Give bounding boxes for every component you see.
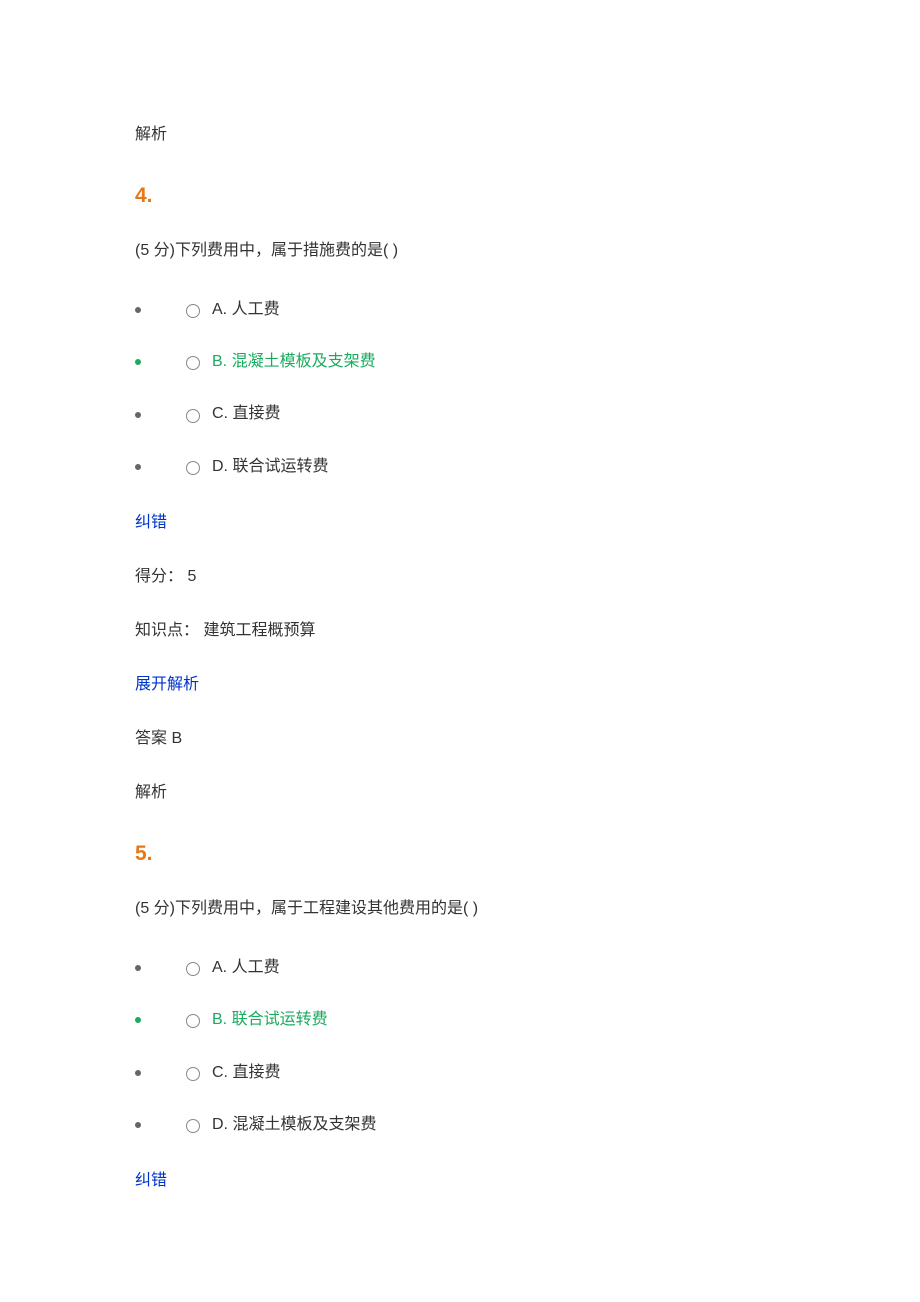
analysis-label: 解析 bbox=[135, 120, 785, 144]
bullet-icon bbox=[135, 1017, 141, 1023]
bullet-icon bbox=[135, 359, 141, 365]
score-value: 5 bbox=[187, 568, 196, 585]
knowledge-label: 知识点： bbox=[135, 622, 199, 639]
radio-icon[interactable] bbox=[186, 459, 200, 475]
radio-icon[interactable] bbox=[186, 960, 200, 976]
option-item[interactable]: D. 联合试运转费 bbox=[135, 456, 785, 478]
radio-icon[interactable] bbox=[186, 1012, 200, 1028]
radio-icon[interactable] bbox=[186, 1117, 200, 1133]
bullet-icon bbox=[135, 1122, 141, 1128]
option-item[interactable]: B. 混凝土模板及支架费 bbox=[135, 351, 785, 373]
question-text: (5 分)下列费用中，属于措施费的是( ) bbox=[135, 238, 785, 264]
question-text: (5 分)下列费用中，属于工程建设其他费用的是( ) bbox=[135, 896, 785, 922]
option-label: C. 直接费 bbox=[212, 1062, 280, 1084]
option-item[interactable]: A. 人工费 bbox=[135, 299, 785, 321]
knowledge-value: 建筑工程概预算 bbox=[203, 622, 315, 639]
answer-value: B bbox=[171, 730, 182, 747]
option-label: D. 混凝土模板及支架费 bbox=[212, 1114, 376, 1136]
option-label: A. 人工费 bbox=[212, 957, 280, 979]
answer-line: 答案 B bbox=[135, 724, 785, 748]
radio-icon[interactable] bbox=[186, 407, 200, 423]
radio-icon[interactable] bbox=[186, 1065, 200, 1081]
answer-label: 答案 bbox=[135, 730, 167, 747]
correction-link[interactable]: 纠错 bbox=[135, 1166, 785, 1190]
option-item[interactable]: C. 直接费 bbox=[135, 403, 785, 425]
score-label: 得分： bbox=[135, 568, 183, 585]
option-label: B. 联合试运转费 bbox=[212, 1009, 328, 1031]
expand-analysis-link[interactable]: 展开解析 bbox=[135, 670, 785, 694]
bullet-icon bbox=[135, 412, 141, 418]
question-number: 4. bbox=[135, 184, 785, 208]
option-label: D. 联合试运转费 bbox=[212, 456, 328, 478]
bullet-icon bbox=[135, 965, 141, 971]
question-number: 5. bbox=[135, 842, 785, 866]
option-item[interactable]: B. 联合试运转费 bbox=[135, 1009, 785, 1031]
bullet-icon bbox=[135, 464, 141, 470]
options-list: A. 人工费 B. 联合试运转费 C. 直接费 D. 混凝土模板及支架费 bbox=[135, 957, 785, 1137]
radio-icon[interactable] bbox=[186, 302, 200, 318]
bullet-icon bbox=[135, 307, 141, 313]
options-list: A. 人工费 B. 混凝土模板及支架费 C. 直接费 D. 联合试运转费 bbox=[135, 299, 785, 479]
radio-icon[interactable] bbox=[186, 354, 200, 370]
option-item[interactable]: D. 混凝土模板及支架费 bbox=[135, 1114, 785, 1136]
option-item[interactable]: A. 人工费 bbox=[135, 957, 785, 979]
option-item[interactable]: C. 直接费 bbox=[135, 1062, 785, 1084]
analysis-label: 解析 bbox=[135, 778, 785, 802]
option-label: B. 混凝土模板及支架费 bbox=[212, 351, 376, 373]
correction-link[interactable]: 纠错 bbox=[135, 508, 785, 532]
option-label: C. 直接费 bbox=[212, 403, 280, 425]
option-label: A. 人工费 bbox=[212, 299, 280, 321]
score-line: 得分： 5 bbox=[135, 562, 785, 586]
knowledge-line: 知识点： 建筑工程概预算 bbox=[135, 616, 785, 640]
bullet-icon bbox=[135, 1070, 141, 1076]
